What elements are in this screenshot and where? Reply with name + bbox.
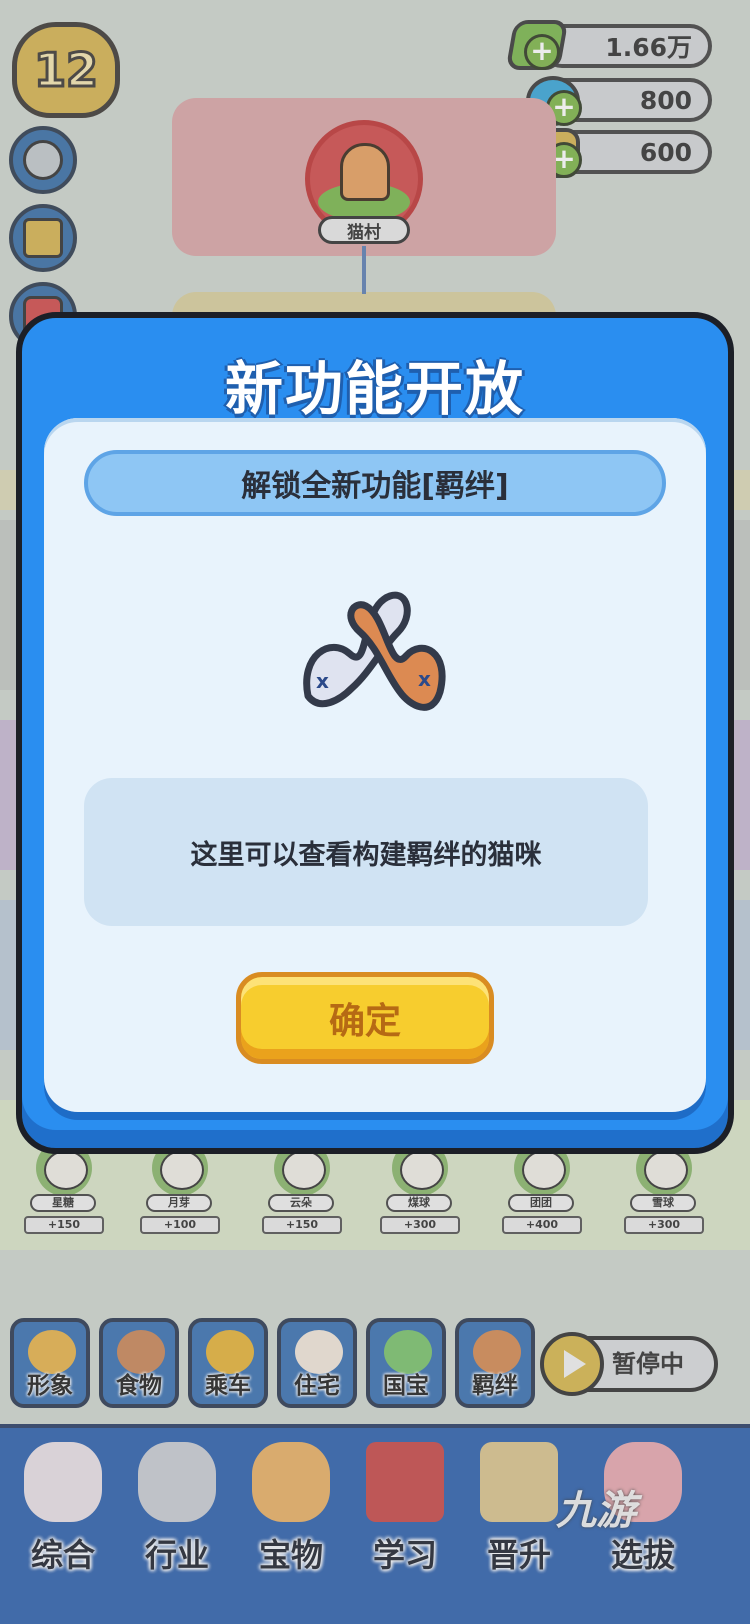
bond-tails-icon: x x bbox=[303, 591, 446, 711]
unlock-text: 解锁全新功能[羁绊] bbox=[241, 469, 509, 504]
dialog-body: 解锁全新功能[羁绊] x x 这里可以查看构建羁绊的猫咪 确定 bbox=[44, 418, 706, 1112]
description-text: 这里可以查看构建羁绊的猫咪 bbox=[190, 839, 542, 871]
svg-text:x: x bbox=[418, 667, 431, 691]
description-box: 这里可以查看构建羁绊的猫咪 bbox=[84, 778, 648, 926]
confirm-label: 确定 bbox=[328, 1001, 401, 1042]
dialog-title: 新功能开放 bbox=[224, 355, 525, 423]
new-feature-dialog: 新功能开放 解锁全新功能[羁绊] x x 这里可以查看构建羁绊的猫咪 确定 bbox=[16, 312, 734, 1154]
confirm-button[interactable]: 确定 bbox=[236, 972, 494, 1064]
svg-text:x: x bbox=[316, 669, 329, 693]
unlock-banner: 解锁全新功能[羁绊] bbox=[84, 450, 666, 516]
